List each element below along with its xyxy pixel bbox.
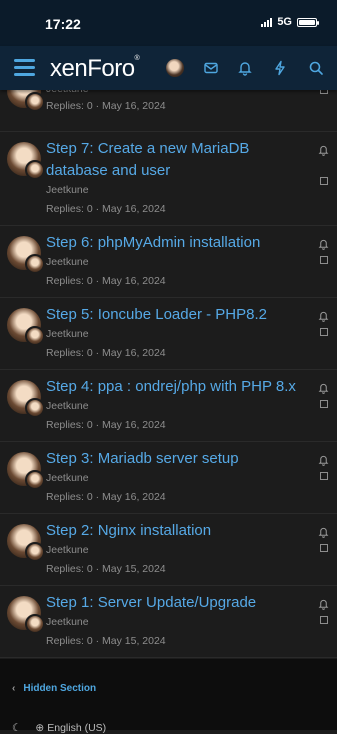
chevron-left-icon: ‹ (12, 683, 16, 694)
bolt-icon[interactable] (272, 60, 288, 76)
author-avatar[interactable] (7, 142, 45, 180)
thread-checkbox[interactable] (320, 616, 328, 624)
moon-icon[interactable]: ☾ (12, 722, 21, 734)
thread-meta: Replies: 0 · May 15, 2024 (46, 635, 166, 647)
thread-title-link[interactable]: Step 2: Nginx installation (46, 520, 337, 542)
bell-icon[interactable] (237, 60, 253, 76)
user-avatar[interactable] (166, 59, 184, 77)
page-footer: ‹ Hidden Section ☾ ⊕ English (US) (0, 659, 337, 734)
watch-bell-icon[interactable] (318, 310, 329, 322)
status-time: 17:22 (45, 16, 81, 32)
thread-title-link[interactable]: Step 6: phpMyAdmin installation (46, 232, 337, 254)
thread-title-link[interactable]: Step 7: Create a new MariaDB database an… (46, 138, 337, 182)
thread-meta: Replies: 0 · May 16, 2024 (46, 100, 166, 112)
language-chooser[interactable]: ☾ ⊕ English (US) (12, 722, 106, 734)
author-avatar[interactable] (7, 596, 45, 634)
thread-author[interactable]: Jeetkune (46, 399, 337, 414)
thread-meta: Replies: 0 · May 16, 2024 (46, 491, 166, 503)
signal-icon (261, 17, 273, 27)
thread-title-link[interactable]: Step 5: Ioncube Loader - PHP8.2 (46, 304, 337, 326)
thread-meta: Replies: 0 · May 16, 2024 (46, 419, 166, 431)
globe-icon: ⊕ (35, 722, 45, 734)
thread-checkbox[interactable] (320, 472, 328, 480)
thread-list: Jeetkune Replies: 0 · May 16, 2024 Step … (0, 74, 337, 658)
thread-meta: Replies: 0 · May 15, 2024 (46, 563, 166, 575)
thread-row[interactable]: Step 1: Server Update/Upgrade Jeetkune R… (0, 586, 337, 658)
network-label: 5G (277, 16, 292, 28)
thread-checkbox[interactable] (320, 400, 328, 408)
thread-row[interactable]: Step 3: Mariadb server setup Jeetkune Re… (0, 442, 337, 514)
last-poster-avatar[interactable] (25, 398, 45, 418)
last-poster-avatar[interactable] (25, 254, 45, 274)
inbox-icon[interactable] (203, 60, 219, 76)
thread-title-link[interactable]: Step 3: Mariadb server setup (46, 448, 337, 470)
watch-bell-icon[interactable] (318, 526, 329, 538)
breadcrumb-back-link[interactable]: ‹ Hidden Section (12, 683, 96, 694)
status-bar: 17:22 5G (0, 0, 337, 46)
author-avatar[interactable] (7, 380, 45, 418)
site-logo[interactable]: xenForo® (50, 55, 140, 83)
last-poster-avatar[interactable] (25, 160, 45, 180)
last-poster-avatar[interactable] (25, 92, 45, 112)
thread-author[interactable]: Jeetkune (46, 327, 337, 342)
watch-bell-icon[interactable] (318, 238, 329, 250)
thread-checkbox[interactable] (320, 256, 328, 264)
last-poster-avatar[interactable] (25, 326, 45, 346)
author-avatar[interactable] (7, 452, 45, 490)
thread-checkbox[interactable] (320, 544, 328, 552)
author-avatar[interactable] (7, 524, 45, 562)
thread-row[interactable]: Step 6: phpMyAdmin installation Jeetkune… (0, 226, 337, 298)
thread-author[interactable]: Jeetkune (46, 543, 337, 558)
thread-meta: Replies: 0 · May 16, 2024 (46, 275, 166, 287)
status-indicators: 5G (261, 16, 319, 28)
thread-row[interactable]: Step 7: Create a new MariaDB database an… (0, 132, 337, 226)
search-icon[interactable] (308, 60, 324, 76)
thread-title-link[interactable]: Step 4: ppa : ondrej/php with PHP 8.x (46, 376, 337, 398)
thread-row[interactable]: Step 2: Nginx installation Jeetkune Repl… (0, 514, 337, 586)
menu-icon[interactable] (14, 59, 35, 77)
thread-title-link[interactable]: Step 1: Server Update/Upgrade (46, 592, 337, 614)
watch-bell-icon[interactable] (318, 454, 329, 466)
thread-meta: Replies: 0 · May 16, 2024 (46, 347, 166, 359)
thread-checkbox[interactable] (320, 328, 328, 336)
thread-row[interactable]: Jeetkune Replies: 0 · May 16, 2024 (0, 74, 337, 132)
last-poster-avatar[interactable] (25, 614, 45, 634)
author-avatar[interactable] (7, 236, 45, 274)
thread-checkbox[interactable] (320, 177, 328, 185)
thread-author[interactable]: Jeetkune (46, 615, 337, 630)
thread-meta: Replies: 0 · May 16, 2024 (46, 203, 166, 215)
watch-bell-icon[interactable] (318, 382, 329, 394)
thread-row[interactable]: Step 4: ppa : ondrej/php with PHP 8.x Je… (0, 370, 337, 442)
watch-bell-icon[interactable] (318, 144, 329, 156)
thread-author[interactable]: Jeetkune (46, 183, 337, 198)
thread-row[interactable]: Step 5: Ioncube Loader - PHP8.2 Jeetkune… (0, 298, 337, 370)
thread-author[interactable]: Jeetkune (46, 471, 337, 486)
last-poster-avatar[interactable] (25, 542, 45, 562)
author-avatar[interactable] (7, 308, 45, 346)
watch-bell-icon[interactable] (318, 598, 329, 610)
last-poster-avatar[interactable] (25, 470, 45, 490)
battery-icon (297, 17, 319, 27)
top-navigation: xenForo® (0, 46, 337, 90)
thread-author[interactable]: Jeetkune (46, 255, 337, 270)
